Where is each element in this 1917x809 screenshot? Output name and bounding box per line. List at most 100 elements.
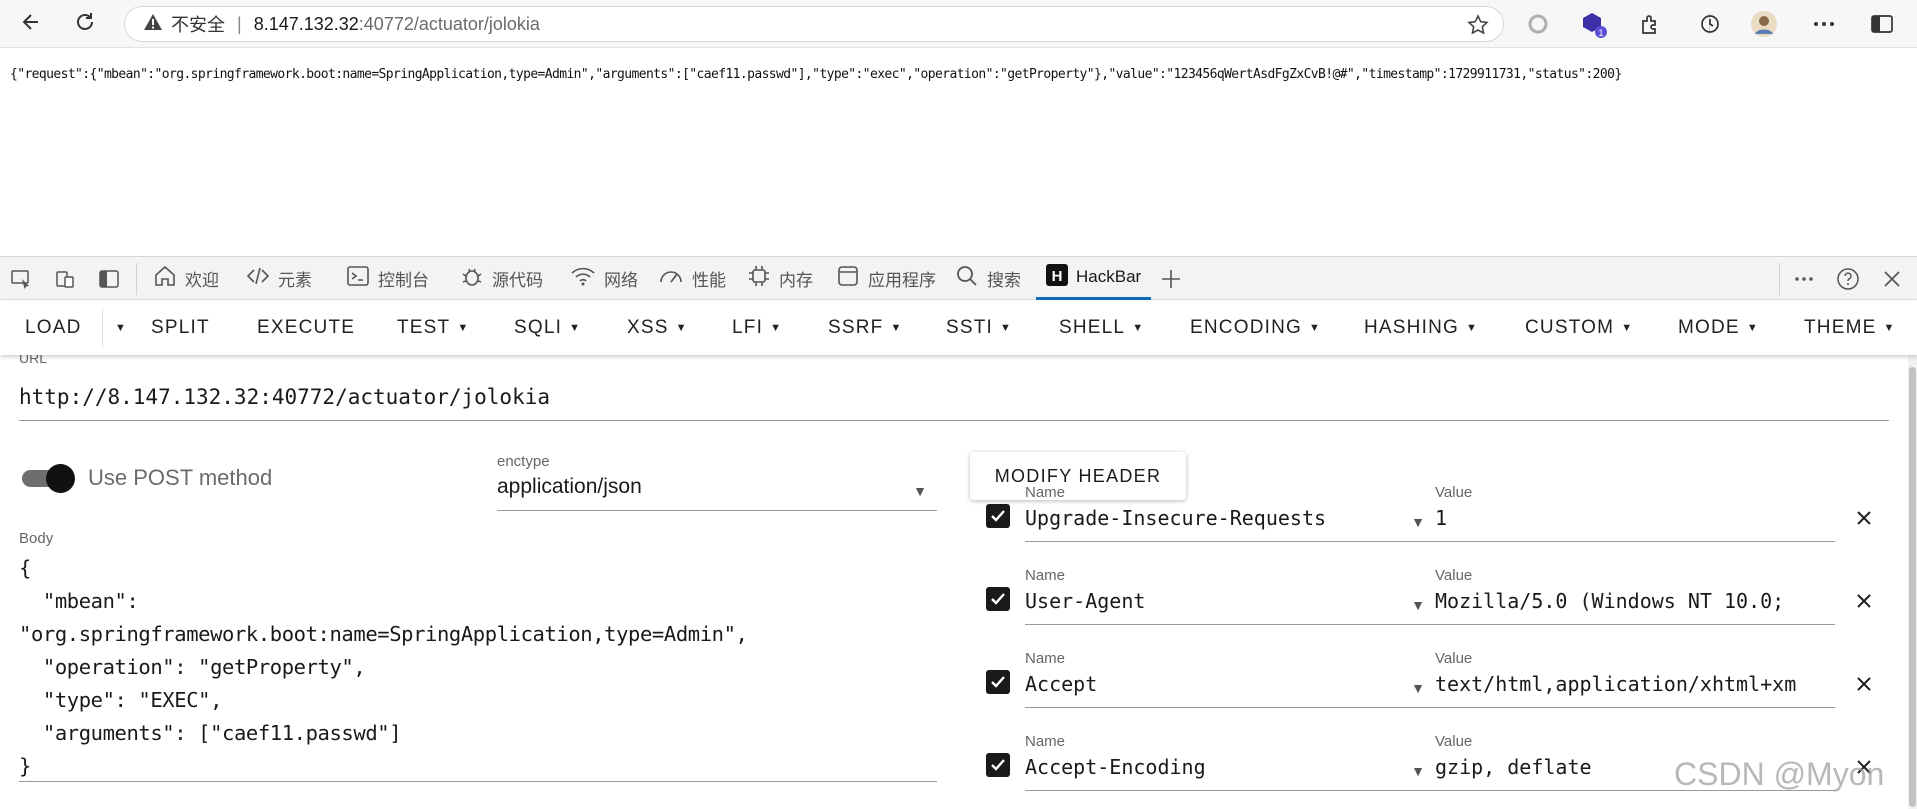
header-row: Name Upgrade-Insecure-Requests ▼ Value 1 (980, 472, 1880, 542)
wifi-icon (570, 264, 596, 293)
header-name-value: Accept-Encoding (1025, 755, 1206, 779)
menu-label: EXECUTE (257, 317, 356, 338)
close-icon[interactable] (1852, 589, 1876, 613)
extensions-puzzle-icon[interactable] (1634, 8, 1666, 40)
more-menu-icon[interactable] (1808, 8, 1840, 40)
caret-down-icon: ▼ (569, 322, 582, 334)
history-icon[interactable] (1694, 8, 1726, 40)
tab-application[interactable]: 应用程序 (836, 257, 936, 300)
tab-label: 应用程序 (868, 271, 936, 290)
enctype-value: application/json (497, 475, 642, 498)
add-tab-icon[interactable] (1158, 266, 1184, 292)
menu-ssti[interactable]: SSTI ▼ (946, 301, 1012, 355)
header-name-value: Accept (1025, 672, 1098, 696)
reload-button[interactable] (68, 7, 102, 41)
header-value-input[interactable]: Mozilla/5.0 (Windows NT 10.0; (1435, 589, 1835, 625)
response-json-text: {"request":{"mbean":"org.springframework… (10, 67, 1622, 82)
menu-label: TEST (397, 317, 451, 338)
tab-network[interactable]: 网络 (570, 257, 638, 300)
chip-icon (747, 264, 771, 293)
menu-label: SSTI (946, 317, 994, 338)
tab-hackbar[interactable]: H HackBar (1036, 257, 1152, 300)
extension-circle-icon[interactable] (1522, 8, 1554, 40)
extension-cube-icon[interactable]: 1 (1578, 8, 1610, 40)
inspect-element-icon[interactable] (8, 266, 34, 292)
close-icon[interactable] (1852, 506, 1876, 530)
menu-custom[interactable]: CUSTOM ▼ (1525, 301, 1633, 355)
header-value-input[interactable]: 1 (1435, 506, 1835, 542)
tab-console[interactable]: 控制台 (346, 257, 429, 300)
header-value-label: Value (1435, 650, 1473, 667)
home-icon (153, 264, 177, 293)
favorite-star-icon[interactable] (1467, 14, 1489, 41)
menu-encoding[interactable]: ENCODING ▼ (1190, 301, 1321, 355)
tab-memory[interactable]: 内存 (747, 257, 813, 300)
body-textarea[interactable]: { "mbean": "org.springframework.boot:nam… (19, 552, 937, 782)
header-value-input[interactable]: text/html,application/xhtml+xm (1435, 672, 1835, 708)
header-name-select[interactable]: Accept-Encoding ▼ (1025, 755, 1435, 791)
tab-welcome[interactable]: 欢迎 (153, 257, 219, 300)
dock-side-icon[interactable] (96, 266, 122, 292)
menu-sqli[interactable]: SQLI ▼ (514, 301, 581, 355)
security-label[interactable]: 不安全 (171, 11, 225, 37)
hackbar-scrollbar[interactable] (1908, 355, 1917, 809)
caret-down-icon: ▼ (675, 322, 688, 334)
menu-theme[interactable]: THEME ▼ (1804, 301, 1896, 355)
body-line: "operation": "getProperty", (19, 655, 366, 679)
tab-performance[interactable]: 性能 (658, 257, 726, 300)
header-checkbox[interactable] (986, 670, 1010, 694)
menu-load-dropdown[interactable]: ▼ (108, 301, 127, 355)
device-emulation-icon[interactable] (52, 266, 78, 292)
header-checkbox[interactable] (986, 587, 1010, 611)
address-bar[interactable]: 不安全 | 8.147.132.32:40772/actuator/joloki… (124, 6, 1504, 42)
menu-split[interactable]: SPLIT (151, 301, 210, 355)
scrollbar-thumb[interactable] (1909, 367, 1916, 807)
header-name-label: Name (1025, 567, 1066, 584)
header-name-select[interactable]: Accept ▼ (1025, 672, 1435, 708)
header-row: Name User-Agent ▼ Value Mozilla/5.0 (Wind… (980, 555, 1880, 625)
caret-down-icon: ▼ (1309, 322, 1322, 334)
close-icon[interactable] (1852, 672, 1876, 696)
sidebar-toggle-icon[interactable] (1866, 8, 1898, 40)
header-name-select[interactable]: Upgrade-Insecure-Requests ▼ (1025, 506, 1435, 542)
post-method-label: Use POST method (88, 465, 273, 490)
menu-mode[interactable]: MODE ▼ (1678, 301, 1759, 355)
header-checkbox[interactable] (986, 504, 1010, 528)
caret-down-icon: ▼ (1411, 763, 1425, 779)
caret-down-icon: ▼ (913, 483, 927, 499)
menu-ssrf[interactable]: SSRF ▼ (828, 301, 903, 355)
back-button[interactable] (14, 7, 48, 41)
header-checkbox[interactable] (986, 753, 1010, 777)
menu-hashing[interactable]: HASHING ▼ (1364, 301, 1478, 355)
menu-load[interactable]: LOAD (25, 301, 82, 355)
header-value-label: Value (1435, 567, 1473, 584)
tab-sources[interactable]: 源代码 (460, 257, 543, 300)
tab-label: 搜索 (987, 271, 1021, 290)
url-path: :40772/actuator/jolokia (358, 13, 540, 34)
code-icon (246, 264, 270, 293)
tab-search[interactable]: 搜索 (955, 257, 1021, 300)
menu-xss[interactable]: XSS ▼ (627, 301, 688, 355)
header-row: Name Accept ▼ Value text/html,application… (980, 638, 1880, 708)
more-tools-icon[interactable] (1791, 266, 1817, 292)
header-name-value: User-Agent (1025, 589, 1146, 613)
menu-execute[interactable]: EXECUTE (257, 301, 355, 355)
header-name-select[interactable]: User-Agent ▼ (1025, 589, 1435, 625)
menu-shell[interactable]: SHELL ▼ (1059, 301, 1144, 355)
menu-label: LOAD (25, 317, 82, 338)
warning-icon[interactable] (143, 13, 163, 36)
tab-label: 内存 (779, 271, 813, 290)
menu-label: ENCODING (1190, 317, 1302, 338)
menu-test[interactable]: TEST ▼ (397, 301, 469, 355)
menu-label: SSRF (828, 317, 884, 338)
post-method-toggle[interactable] (22, 463, 75, 493)
help-icon[interactable] (1835, 266, 1861, 292)
url-input[interactable]: http://8.147.132.32:40772/actuator/jolok… (19, 385, 1889, 421)
tab-elements[interactable]: 元素 (246, 257, 312, 300)
enctype-select[interactable]: application/json ▼ (497, 475, 937, 511)
close-devtools-icon[interactable] (1879, 266, 1905, 292)
url-label: URL (19, 355, 48, 365)
profile-avatar[interactable] (1748, 8, 1780, 40)
menu-lfi[interactable]: LFI ▼ (732, 301, 782, 355)
tab-label: 网络 (604, 271, 638, 290)
